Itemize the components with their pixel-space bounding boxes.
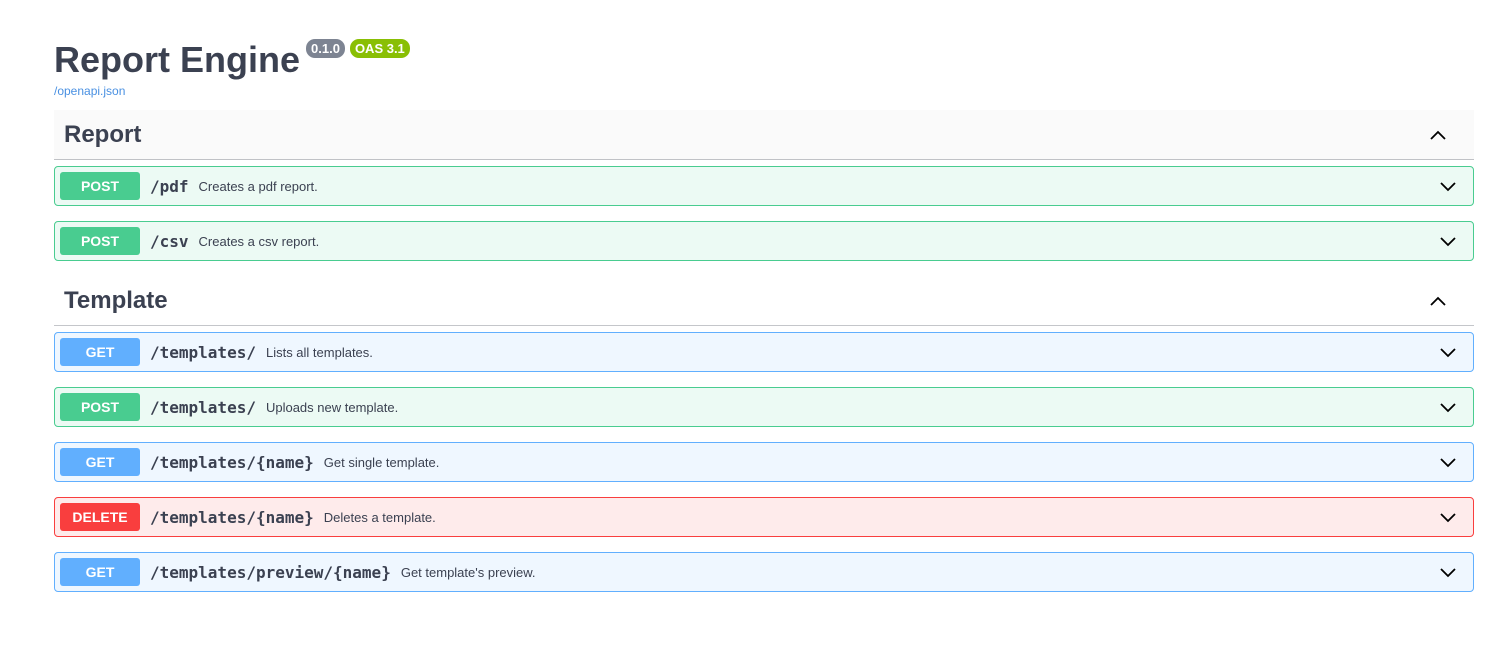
method-badge: POST xyxy=(60,393,140,421)
operation-summary: Uploads new template. xyxy=(265,399,399,415)
operation-post-pdf[interactable]: POST /pdf Creates a pdf report. xyxy=(54,166,1474,206)
version-badge: 0.1.0 xyxy=(306,39,345,58)
operation-post-csv[interactable]: POST /csv Creates a csv report. xyxy=(54,221,1474,261)
chevron-down-icon[interactable] xyxy=(1438,452,1458,472)
operation-path: /templates/preview/{name} xyxy=(150,562,391,582)
chevron-down-icon[interactable] xyxy=(1438,507,1458,527)
method-badge: POST xyxy=(60,172,140,200)
operation-post-templates[interactable]: POST /templates/ Uploads new template. xyxy=(54,387,1474,427)
operation-path: /pdf xyxy=(150,176,189,196)
operation-summary: Creates a pdf report. xyxy=(198,178,318,194)
method-badge: GET xyxy=(60,558,140,586)
tag-title: Template xyxy=(64,286,168,314)
operation-delete-template[interactable]: DELETE /templates/{name} Deletes a templ… xyxy=(54,497,1474,537)
oas-badge: OAS 3.1 xyxy=(349,39,410,58)
operation-get-template-by-name[interactable]: GET /templates/{name} Get single templat… xyxy=(54,442,1474,482)
api-title: Report Engine xyxy=(54,39,301,80)
operation-path: /templates/{name} xyxy=(150,507,314,527)
badges: 0.1.0 OAS 3.1 xyxy=(306,39,410,58)
chevron-down-icon[interactable] xyxy=(1438,342,1458,362)
operation-get-templates[interactable]: GET /templates/ Lists all templates. xyxy=(54,332,1474,372)
tag-header-template[interactable]: Template xyxy=(54,276,1474,326)
operation-summary: Deletes a template. xyxy=(323,509,436,525)
method-badge: POST xyxy=(60,227,140,255)
chevron-down-icon[interactable] xyxy=(1438,397,1458,417)
chevron-up-icon[interactable] xyxy=(1428,125,1448,145)
tag-header-report[interactable]: Report xyxy=(54,110,1474,160)
method-badge: DELETE xyxy=(60,503,140,531)
tag-title: Report xyxy=(64,120,142,148)
operation-path: /templates/{name} xyxy=(150,452,314,472)
operation-summary: Lists all templates. xyxy=(265,344,373,360)
tag-section-report: Report POST /pdf Creates a pdf report. P… xyxy=(54,110,1474,261)
openapi-json-link[interactable]: /openapi.json xyxy=(54,84,125,98)
chevron-down-icon[interactable] xyxy=(1438,176,1458,196)
operation-summary: Get single template. xyxy=(323,454,440,470)
operation-path: /csv xyxy=(150,231,189,251)
method-badge: GET xyxy=(60,338,140,366)
method-badge: GET xyxy=(60,448,140,476)
chevron-up-icon[interactable] xyxy=(1428,291,1448,311)
api-info: Report Engine 0.1.0 OAS 3.1 /openapi.jso… xyxy=(54,0,1474,110)
tag-section-template: Template GET /templates/ Lists all templ… xyxy=(54,276,1474,592)
swagger-ui: Report Engine 0.1.0 OAS 3.1 /openapi.jso… xyxy=(54,0,1474,592)
operation-summary: Get template's preview. xyxy=(400,564,536,580)
operation-get-template-preview[interactable]: GET /templates/preview/{name} Get templa… xyxy=(54,552,1474,592)
operation-path: /templates/ xyxy=(150,342,256,362)
operation-path: /templates/ xyxy=(150,397,256,417)
chevron-down-icon[interactable] xyxy=(1438,231,1458,251)
chevron-down-icon[interactable] xyxy=(1438,562,1458,582)
title-row: Report Engine 0.1.0 OAS 3.1 xyxy=(54,38,1474,82)
operation-summary: Creates a csv report. xyxy=(198,233,320,249)
